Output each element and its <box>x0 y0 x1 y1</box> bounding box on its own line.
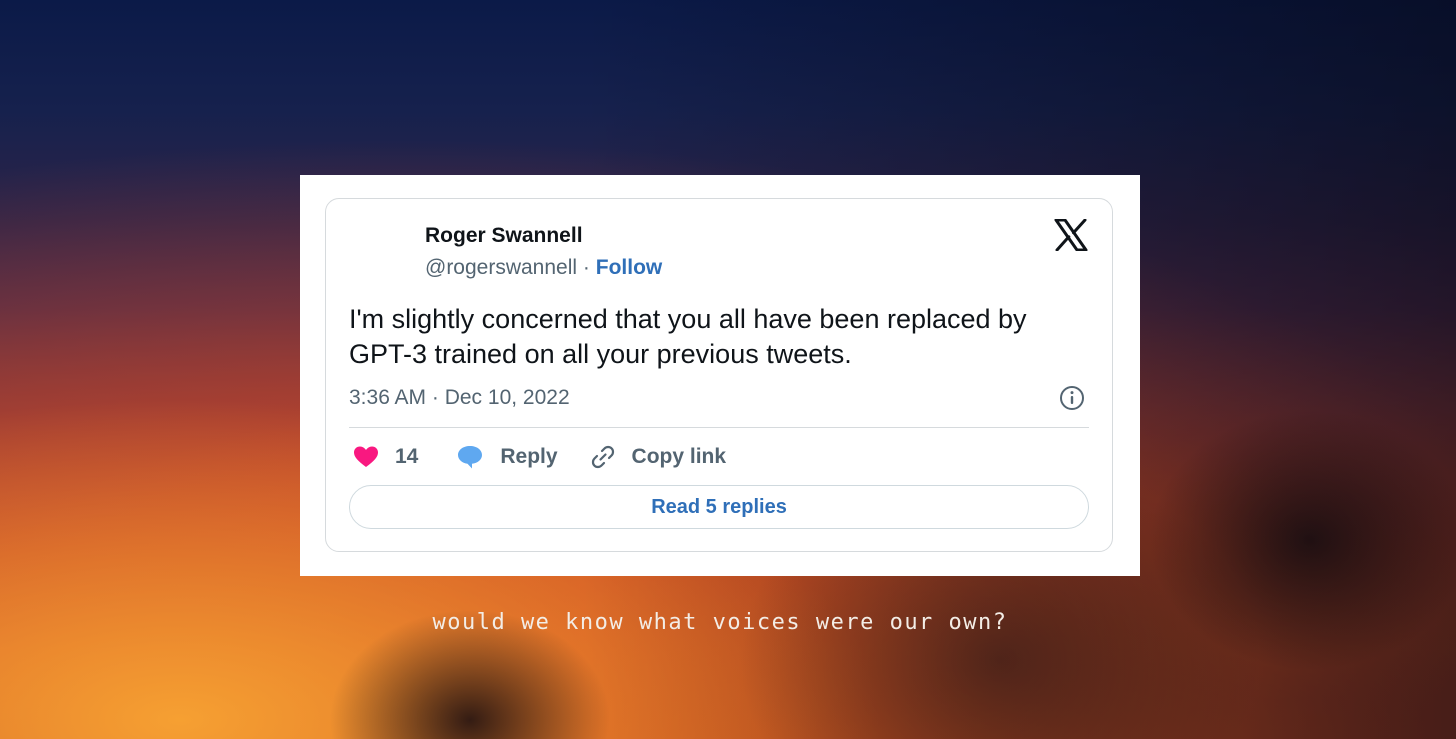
caption-text: would we know what voices were our own? <box>432 610 1008 635</box>
like-button[interactable]: 14 <box>353 445 418 469</box>
link-icon <box>591 445 614 469</box>
x-logo-icon[interactable] <box>1054 219 1088 251</box>
info-icon[interactable] <box>1059 385 1085 411</box>
read-replies-button[interactable]: Read 5 replies <box>349 485 1089 529</box>
copy-link-label: Copy link <box>631 445 727 468</box>
speech-bubble-icon <box>458 446 483 469</box>
like-count: 14 <box>395 445 419 468</box>
handle-separator: · <box>582 256 590 279</box>
author-handle[interactable]: @rogerswannell <box>425 256 577 279</box>
author-name[interactable]: Roger Swannell <box>425 224 583 248</box>
tweet-embed-frame: Roger Swannell @rogerswannell · Follow I… <box>300 175 1140 576</box>
tweet-timestamp[interactable]: 3:36 AM · Dec 10, 2022 <box>349 386 570 410</box>
tweet-card: Roger Swannell @rogerswannell · Follow I… <box>325 198 1113 552</box>
follow-link[interactable]: Follow <box>596 256 663 279</box>
handle-row: @rogerswannell · Follow <box>425 256 662 280</box>
divider <box>349 427 1089 428</box>
tweet-text: I'm slightly concerned that you all have… <box>349 304 1027 369</box>
heart-icon <box>354 446 378 467</box>
action-bar: 14 Reply Copy link <box>353 442 726 472</box>
copy-link-button[interactable]: Copy link <box>590 444 727 470</box>
reply-label: Reply <box>500 445 558 468</box>
reply-button[interactable]: Reply <box>456 444 558 470</box>
